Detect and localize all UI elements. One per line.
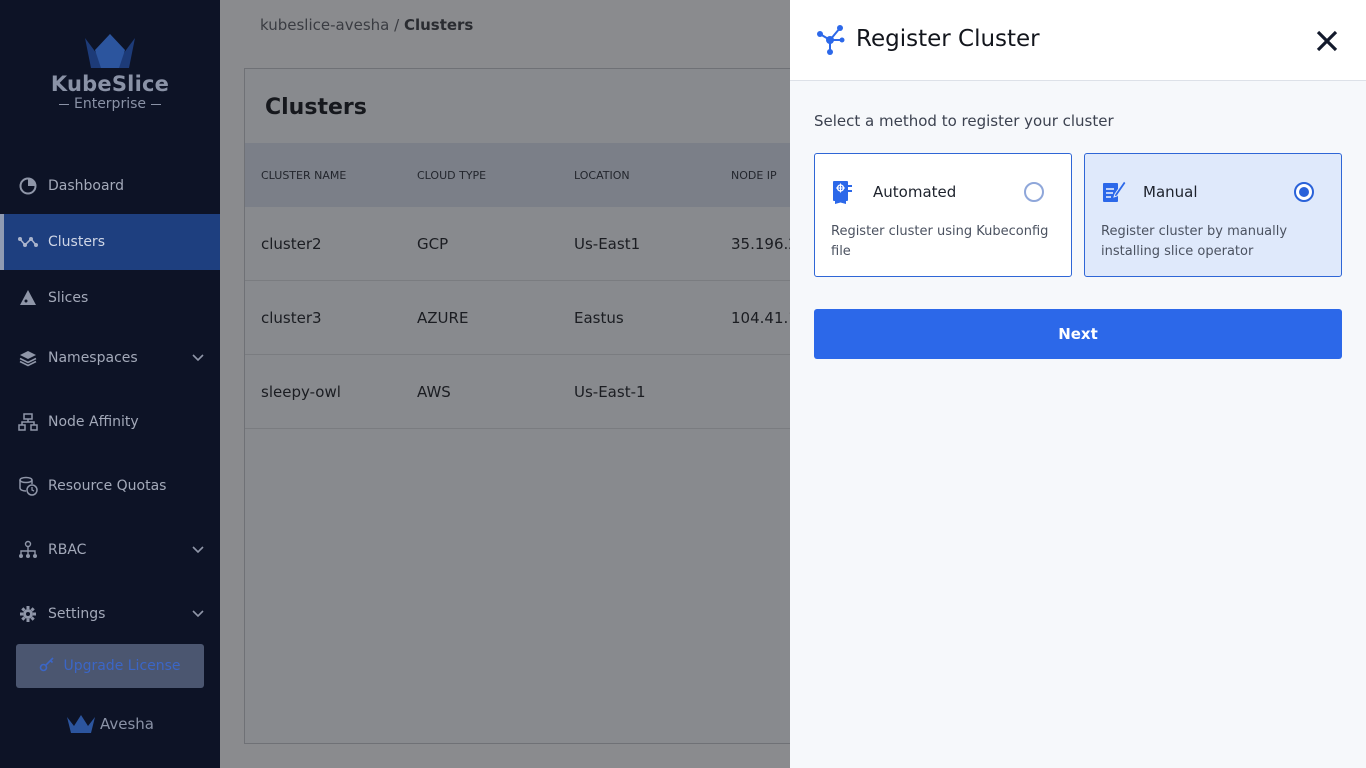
brand-subtitle: Enterprise [0, 96, 220, 112]
close-icon[interactable] [1314, 28, 1340, 54]
cell-cloud-type: AWS [417, 383, 451, 401]
cell-location: Us-East1 [574, 235, 641, 253]
chevron-down-icon[interactable] [192, 606, 204, 622]
quota-icon [18, 476, 38, 496]
manual-option-card[interactable]: Manual Register cluster by manually inst… [1084, 153, 1342, 277]
upgrade-license-label: Upgrade License [63, 658, 181, 674]
layers-icon [18, 348, 38, 368]
sidebar-item-namespaces[interactable]: Namespaces [0, 330, 220, 386]
sidebar-item-label: Dashboard [48, 178, 124, 194]
sidebar-item-settings[interactable]: Settings [0, 586, 220, 642]
footer-brand-name: Avesha [99, 715, 154, 733]
table-row[interactable]: cluster2 GCP Us-East1 35.196.2 [245, 207, 805, 281]
sidebar-item-slices[interactable]: Slices [0, 270, 220, 326]
manual-radio[interactable] [1294, 182, 1314, 202]
crown-logo-icon [85, 34, 135, 68]
table-header: CLUSTER NAME CLOUD TYPE LOCATION NODE IP [245, 143, 805, 207]
breadcrumb-separator: / [389, 16, 404, 34]
edit-doc-icon [1101, 179, 1127, 209]
rbac-icon [18, 540, 38, 560]
cluster-nodes-icon [814, 24, 846, 60]
key-icon [39, 656, 55, 676]
automated-option-description: Register cluster using Kubeconfig file [831, 224, 1049, 259]
cell-node-ip: 35.196.2 [731, 235, 798, 253]
sidebar-item-resource-quotas[interactable]: Resource Quotas [0, 458, 220, 514]
avesha-crown-icon [66, 715, 95, 733]
hierarchy-icon [18, 412, 38, 432]
breadcrumb: kubeslice-avesha / Clusters [260, 16, 473, 34]
column-header: CLUSTER NAME [261, 169, 347, 182]
manual-option-label: Manual [1143, 183, 1198, 201]
method-prompt: Select a method to register your cluster [814, 112, 1114, 130]
brand-name: KubeSlice [50, 72, 170, 96]
column-header: CLOUD TYPE [417, 169, 487, 182]
cell-cluster-name: cluster2 [261, 235, 322, 253]
avesha-footer-logo: Avesha [0, 714, 220, 734]
sidebar-item-label: Resource Quotas [48, 478, 167, 494]
slices-icon [18, 288, 38, 308]
page-title: Clusters [265, 95, 367, 120]
chevron-down-icon[interactable] [192, 542, 204, 558]
cluster-network-icon [18, 232, 38, 252]
kubeconfig-doc-icon [831, 179, 855, 209]
register-cluster-drawer: Register Cluster Select a method to regi… [790, 0, 1366, 768]
sidebar-item-rbac[interactable]: RBAC [0, 522, 220, 578]
sidebar-item-node-affinity[interactable]: Node Affinity [0, 394, 220, 450]
sidebar-item-label: Slices [48, 290, 89, 306]
automated-option-label: Automated [873, 183, 957, 201]
sidebar-item-label: Node Affinity [48, 414, 139, 430]
gear-icon [18, 604, 38, 624]
automated-radio[interactable] [1024, 182, 1044, 202]
sidebar-item-label: Clusters [48, 234, 105, 250]
drawer-header: Register Cluster [790, 0, 1366, 81]
pie-chart-icon [18, 176, 38, 196]
column-header: NODE IP [731, 169, 777, 182]
cell-location: Eastus [574, 309, 624, 327]
breadcrumb-project[interactable]: kubeslice-avesha [260, 16, 389, 34]
cell-location: Us-East-1 [574, 383, 646, 401]
column-header: LOCATION [574, 169, 630, 182]
cell-cloud-type: AZURE [417, 309, 469, 327]
sidebar: KubeSlice Enterprise Dashboard Clusters … [0, 0, 220, 768]
sidebar-item-label: RBAC [48, 542, 87, 558]
cell-cluster-name: sleepy-owl [261, 383, 341, 401]
sidebar-item-label: Namespaces [48, 350, 138, 366]
upgrade-license-button[interactable]: Upgrade License [16, 644, 204, 688]
drawer-title: Register Cluster [856, 26, 1040, 52]
table-row[interactable]: sleepy-owl AWS Us-East-1 [245, 355, 805, 429]
cell-cluster-name: cluster3 [261, 309, 322, 327]
sidebar-item-label: Settings [48, 606, 106, 622]
chevron-down-icon[interactable] [192, 350, 204, 366]
sidebar-item-clusters[interactable]: Clusters [0, 214, 220, 270]
automated-option-card[interactable]: Automated Register cluster using Kubecon… [814, 153, 1072, 277]
cell-cloud-type: GCP [417, 235, 449, 253]
sidebar-item-dashboard[interactable]: Dashboard [0, 158, 220, 214]
clusters-card: Clusters CLUSTER NAME CLOUD TYPE LOCATIO… [244, 68, 807, 744]
breadcrumb-current: Clusters [403, 16, 474, 34]
table-row[interactable]: cluster3 AZURE Eastus 104.41.15 [245, 281, 807, 355]
next-button[interactable]: Next [814, 309, 1342, 359]
kubeslice-logo: KubeSlice Enterprise [0, 30, 220, 112]
manual-option-description: Register cluster by manually installing … [1101, 224, 1288, 259]
